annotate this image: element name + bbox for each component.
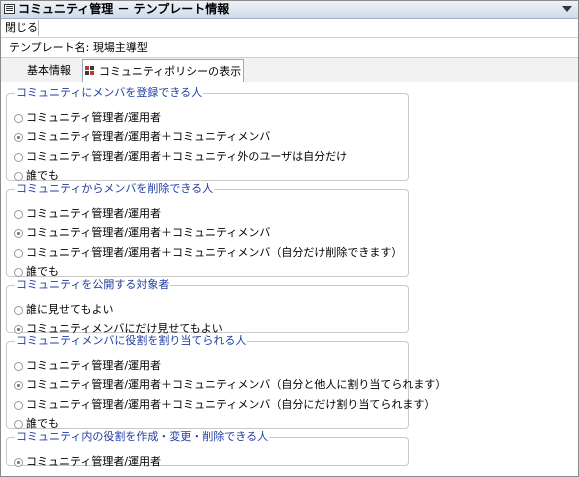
radio-button[interactable]	[14, 132, 23, 142]
group-manage-roles: コミュニティ内の役割を作成・変更・削除できる人 コミュニティ管理者/運用者	[6, 430, 409, 468]
radio-button[interactable]	[14, 457, 23, 467]
radio-button[interactable]	[14, 305, 23, 315]
close-button[interactable]: 閉じる	[5, 21, 38, 35]
radio-button[interactable]	[14, 152, 23, 162]
group-publish-target: コミュニティを公開する対象者 誰に見せてもよい コミュニティメンバにだけ見せても…	[6, 278, 409, 335]
radio-button[interactable]	[14, 361, 23, 371]
radio-label: コミュニティ管理者/運用者	[26, 207, 162, 220]
radio-label: コミュニティ管理者/運用者	[26, 359, 162, 372]
tab-basic-info-label: 基本情報	[27, 64, 71, 77]
group-register-members: コミュニティにメンバを登録できる人 コミュニティ管理者/運用者 コミュニティ管理…	[6, 86, 409, 182]
radio-option[interactable]: コミュニティ管理者/運用者	[14, 454, 161, 470]
radio-button[interactable]	[14, 419, 23, 429]
tab-community-policy[interactable]: コミュニティポリシーの表示	[82, 59, 244, 83]
collapse-arrow-icon[interactable]	[562, 6, 572, 12]
group-register-members-legend: コミュニティにメンバを登録できる人	[16, 86, 203, 99]
radio-label: 誰に見せてもよい	[26, 303, 114, 316]
tab-basic-info[interactable]: 基本情報	[19, 59, 79, 82]
radio-button[interactable]	[14, 267, 23, 277]
group-publish-target-legend: コミュニティを公開する対象者	[16, 278, 170, 291]
radio-label: コミュニティ管理者/運用者＋コミュニティメンバ（自分と他人に割り当てられます）	[26, 378, 447, 391]
radio-option[interactable]: コミュニティ管理者/運用者＋コミュニティメンバ（自分だけ削除できます）	[14, 245, 402, 261]
app-window-icon	[4, 4, 15, 14]
radio-button[interactable]	[14, 324, 23, 334]
window-title: コミュニティ管理 － テンプレート情報	[18, 2, 230, 16]
radio-button[interactable]	[14, 400, 23, 410]
radio-label: コミュニティ管理者/運用者＋コミュニティ外のユーザは自分だけ	[26, 150, 348, 163]
policy-grid-icon	[84, 66, 95, 76]
group-remove-members-legend: コミュニティからメンバを削除できる人	[16, 182, 214, 195]
radio-option[interactable]: 誰に見せてもよい	[14, 302, 113, 318]
group-manage-roles-legend: コミュニティ内の役割を作成・変更・削除できる人	[16, 430, 269, 443]
radio-button[interactable]	[14, 171, 23, 181]
radio-option[interactable]: コミュニティ管理者/運用者＋コミュニティメンバ（自分と他人に割り当てられます）	[14, 377, 446, 393]
radio-option[interactable]: コミュニティ管理者/運用者＋コミュニティメンバ	[14, 225, 270, 241]
policy-content: コミュニティにメンバを登録できる人 コミュニティ管理者/運用者 コミュニティ管理…	[1, 82, 578, 476]
radio-label: コミュニティ管理者/運用者＋コミュニティメンバ（自分だけ削除できます）	[26, 246, 403, 259]
radio-label: コミュニティ管理者/運用者	[26, 455, 162, 468]
tab-community-policy-label: コミュニティポリシーの表示	[98, 65, 242, 78]
radio-button[interactable]	[14, 113, 23, 123]
group-remove-members: コミュニティからメンバを削除できる人 コミュニティ管理者/運用者 コミュニティ管…	[6, 182, 409, 278]
title-bar: コミュニティ管理 － テンプレート情報	[1, 1, 578, 19]
toolbar-divider	[38, 20, 39, 36]
radio-option[interactable]: コミュニティ管理者/運用者＋コミュニティ外のユーザは自分だけ	[14, 149, 347, 165]
template-name-label: テンプレート名: 現場主導型	[9, 41, 148, 54]
radio-label: コミュニティ管理者/運用者	[26, 111, 162, 124]
toolbar: 閉じる	[1, 19, 578, 38]
group-assign-roles: コミュニティメンバに役割を割り当てられる人 コミュニティ管理者/運用者 コミュニ…	[6, 334, 446, 430]
radio-button[interactable]	[14, 380, 23, 390]
radio-option[interactable]: コミュニティ管理者/運用者＋コミュニティメンバ（自分にだけ割り当てられます）	[14, 397, 435, 413]
radio-option[interactable]: コミュニティ管理者/運用者	[14, 358, 161, 374]
radio-button[interactable]	[14, 228, 23, 238]
radio-button[interactable]	[14, 248, 23, 258]
radio-option[interactable]: コミュニティ管理者/運用者	[14, 206, 161, 222]
radio-option[interactable]: コミュニティ管理者/運用者	[14, 110, 161, 126]
tab-bar: 基本情報 コミュニティポリシーの表示	[1, 57, 578, 83]
group-assign-roles-legend: コミュニティメンバに役割を割り当てられる人	[16, 334, 247, 347]
dialog-window: コミュニティ管理 － テンプレート情報 閉じる テンプレート名: 現場主導型 基…	[0, 0, 579, 477]
radio-label: コミュニティ管理者/運用者＋コミュニティメンバ	[26, 226, 271, 239]
radio-option[interactable]: コミュニティ管理者/運用者＋コミュニティメンバ	[14, 129, 270, 145]
radio-button[interactable]	[14, 209, 23, 219]
radio-label: コミュニティ管理者/運用者＋コミュニティメンバ（自分にだけ割り当てられます）	[26, 398, 436, 411]
radio-label: コミュニティ管理者/運用者＋コミュニティメンバ	[26, 130, 271, 143]
